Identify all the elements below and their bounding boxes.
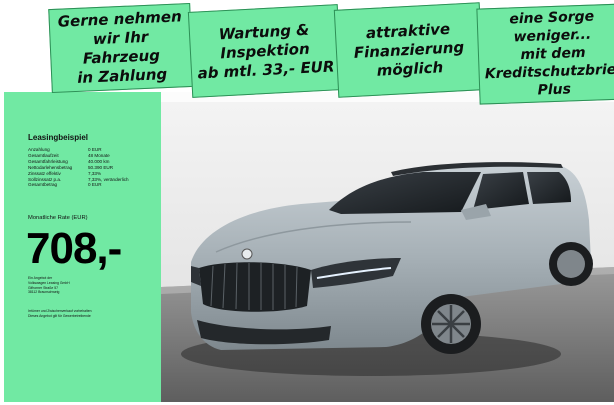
monthly-rate-label: Monatliche Rate (EUR) — [28, 215, 88, 221]
dealer-info: Ein Angebot der Volkswagen Leasing GmbH … — [28, 276, 70, 295]
banner-trade-in: Gerne nehmen wir Ihr Fahrzeug in Zahlung — [48, 2, 194, 94]
dealer-line: 38112 Braunschweig — [28, 290, 60, 295]
monthly-rate-price: 708,- — [26, 224, 122, 273]
fine-print: Irrtümer und Zwischenverkauf vorbehalten… — [28, 309, 92, 319]
car-photo — [161, 92, 614, 402]
fine-line: Dieses Angebot gilt für Gewerbetreibende — [28, 313, 91, 318]
dealer-line: Volkswagen Leasing GmbH — [28, 280, 70, 285]
ad-frame: Leasingbeispiel Anzahlung 0 EUR Gesamtlau… — [0, 0, 614, 405]
car-illustration — [161, 92, 614, 402]
leasing-specs-table: Anzahlung 0 EUR Gesamtlaufzeit 48 Monate G… — [28, 147, 129, 188]
banner-financing: attraktive Finanzierung möglich — [333, 2, 485, 98]
spec-row: Gesamtbetrag 0 EUR — [28, 182, 129, 188]
leasing-title: Leasingbeispiel — [28, 133, 89, 142]
banner-maintenance: Wartung & Inspektion ab mtl. 33,- EUR — [187, 4, 343, 98]
banner-credit-protection: eine Sorge weniger... mit dem Kreditschu… — [476, 3, 614, 105]
spec-value: 0 EUR — [88, 182, 102, 188]
spec-label: Gesamtbetrag — [28, 182, 58, 188]
